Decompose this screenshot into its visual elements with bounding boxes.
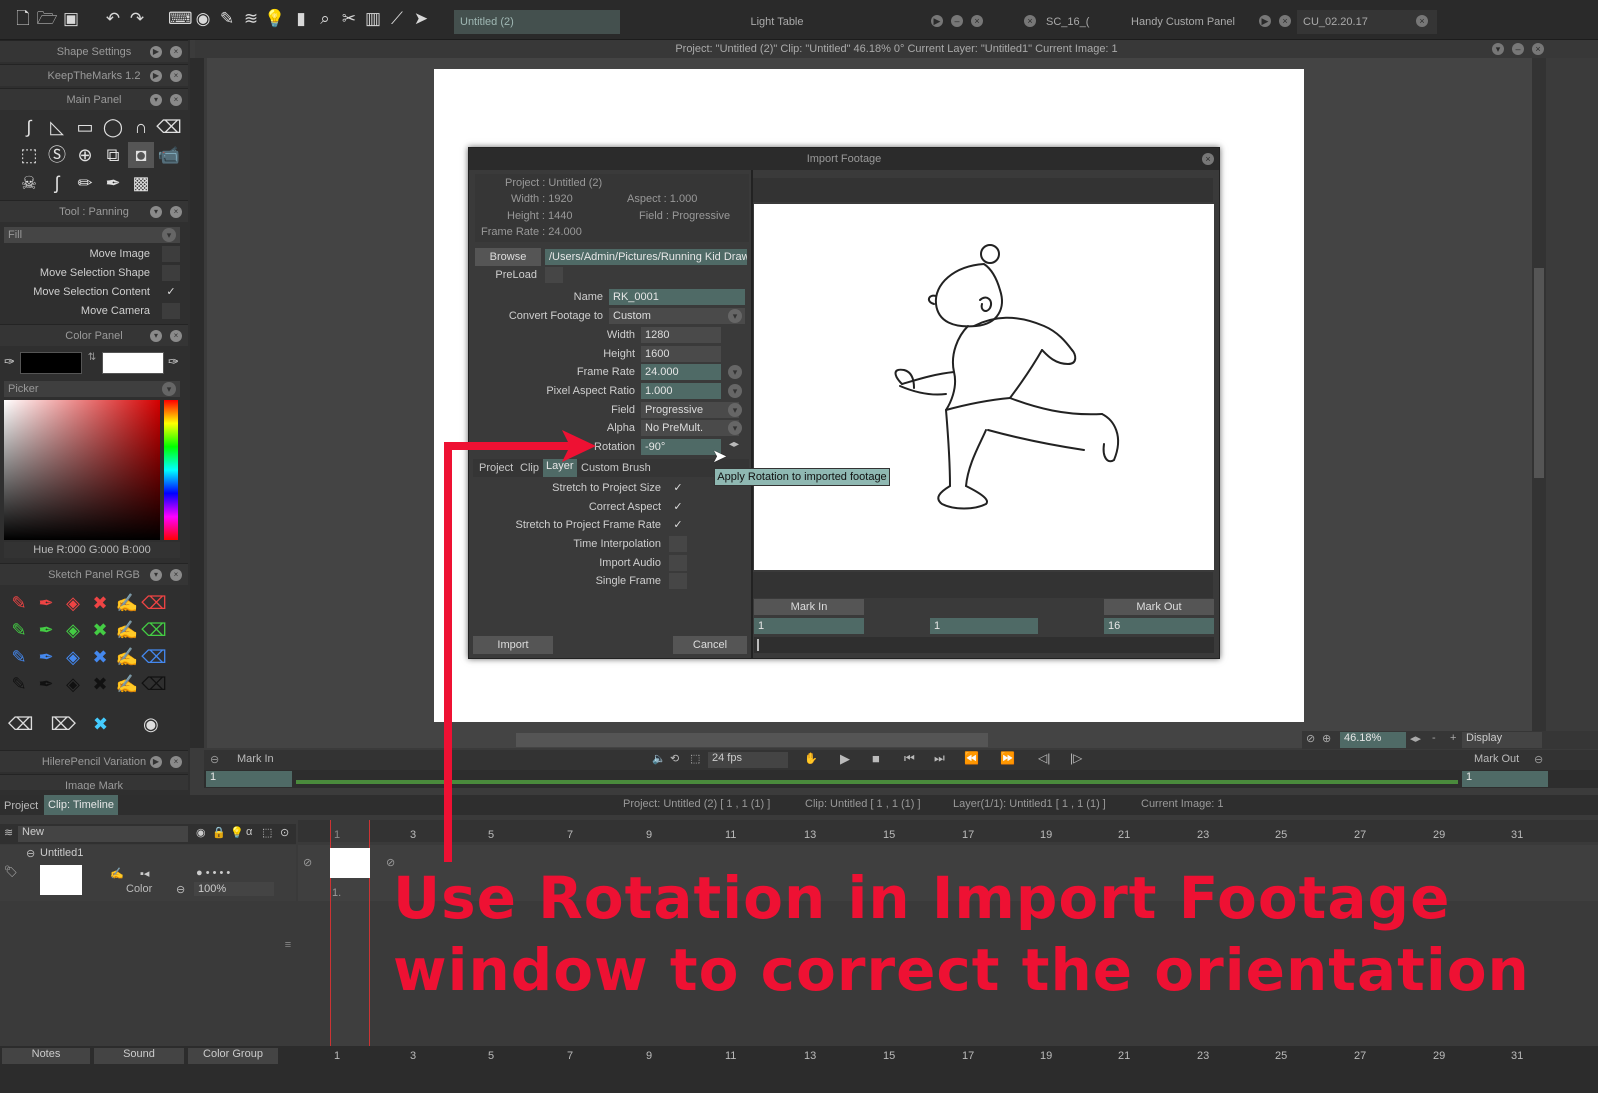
annotation-line-1: Use Rotation in Import Footage — [393, 864, 1451, 932]
annotation-line-2: window to correct the orientation — [393, 936, 1530, 1004]
annotation-text: Use Rotation in Import Footage window to… — [393, 862, 1583, 1006]
